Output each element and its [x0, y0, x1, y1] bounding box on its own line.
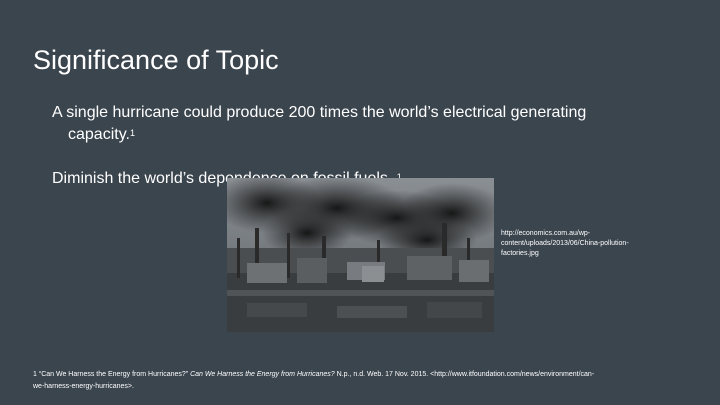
caption-line-1: http://economics.com.au/wp- [501, 230, 591, 237]
footnote-ref: 1 [129, 128, 135, 138]
footnote-quoted-title: “Can We Harness the Energy from Hurrican… [38, 371, 189, 378]
factory-pollution-icon [227, 178, 494, 332]
bullet-line-1: A single hurricane could produce 200 tim… [52, 104, 587, 121]
footnote-mark: 1 [33, 371, 37, 378]
footnote-line-2[interactable]: we-harness-energy-hurricanes>. [33, 381, 693, 393]
photo-caption-url[interactable]: http://economics.com.au/wp- content/uplo… [501, 229, 713, 259]
slide-title: Significance of Topic [33, 45, 279, 75]
caption-line-2: content/uploads/2013/06/China-pollution- [501, 240, 629, 247]
factory-pollution-photo [227, 178, 494, 332]
bullet-line-2: capacity.1 [52, 124, 672, 146]
caption-line-3: factories.jpg [501, 250, 539, 257]
footnote-italic-title: Can We Harness the Energy from Hurricane… [190, 371, 335, 378]
footnote: 1 “Can We Harness the Energy from Hurric… [33, 369, 693, 393]
slide: Significance of Topic A single hurricane… [0, 0, 720, 405]
bullet-hurricane-capacity: A single hurricane could produce 200 tim… [52, 102, 672, 146]
bullet-line-2-text: capacity. [68, 126, 130, 143]
footnote-line-1: 1 “Can We Harness the Energy from Hurric… [33, 369, 693, 381]
footnote-citation[interactable]: N.p., n.d. Web. 17 Nov. 2015. <http://ww… [335, 371, 595, 378]
